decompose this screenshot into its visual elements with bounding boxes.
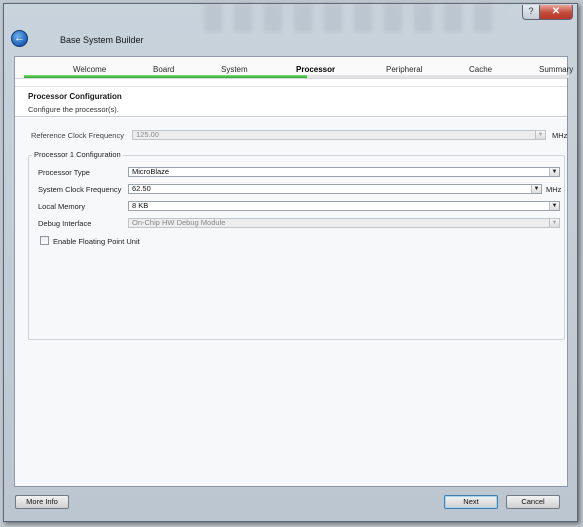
page-header: Processor Configuration Configure the pr… [15, 86, 567, 117]
arrow-left-icon: ← [14, 32, 25, 44]
progress-fill [24, 75, 308, 78]
wizard-steps: Welcome Board System Processor Periphera… [15, 57, 573, 79]
help-button[interactable]: ? [522, 5, 540, 20]
debug-interface-value: On-Chip HW Debug Module [132, 218, 226, 227]
step-board[interactable]: Board [153, 65, 174, 74]
processor-1-group [28, 155, 565, 340]
system-clock-value: 62.50 [132, 184, 151, 193]
debug-interface-label: Debug Interface [38, 219, 92, 228]
local-memory-select[interactable]: 8 KB ▼ [128, 201, 560, 211]
step-summary[interactable]: Summary [539, 65, 573, 74]
processor-1-group-title: Processor 1 Configuration [32, 150, 123, 159]
chevron-down-icon[interactable]: ▼ [531, 185, 541, 193]
ref-clock-unit: MHz [552, 131, 568, 140]
fpu-label: Enable Floating Point Unit [53, 237, 140, 246]
chevron-down-icon[interactable]: ▼ [549, 202, 559, 210]
chevron-down-icon: ▼ [549, 219, 559, 227]
ref-clock-combo: 125.00 ▼ [132, 130, 546, 140]
local-memory-value: 8 KB [132, 201, 149, 210]
more-info-button[interactable]: More Info [15, 495, 69, 509]
chevron-down-icon[interactable]: ▼ [549, 168, 559, 176]
window-title: Base System Builder [60, 35, 144, 45]
debug-interface-select: On-Chip HW Debug Module ▼ [128, 218, 560, 228]
system-clock-label: System Clock Frequency [38, 185, 122, 194]
processor-type-value: MicroBlaze [132, 167, 170, 176]
page-title: Processor Configuration [28, 92, 122, 101]
step-peripheral[interactable]: Peripheral [386, 65, 422, 74]
processor-type-select[interactable]: MicroBlaze ▼ [128, 167, 560, 177]
wizard-content: Welcome Board System Processor Periphera… [14, 56, 573, 487]
step-cache[interactable]: Cache [469, 65, 492, 74]
local-memory-label: Local Memory [38, 202, 86, 211]
chevron-down-icon: ▼ [535, 131, 545, 139]
step-processor[interactable]: Processor [296, 65, 335, 74]
progress-bar [24, 75, 569, 78]
title-bar: ← Base System Builder ? ✕ [4, 4, 577, 56]
form-area: Reference Clock Frequency 125.00 ▼ MHz P… [15, 118, 567, 486]
system-clock-unit: MHz [546, 185, 562, 194]
close-button[interactable]: ✕ [539, 5, 573, 20]
processor-type-label: Processor Type [38, 168, 90, 177]
system-clock-select[interactable]: 62.50 ▼ [128, 184, 542, 194]
next-button[interactable]: Next [444, 495, 498, 509]
step-welcome[interactable]: Welcome [73, 65, 106, 74]
back-button[interactable]: ← [11, 30, 28, 47]
ref-clock-value: 125.00 [136, 130, 159, 139]
step-system[interactable]: System [221, 65, 248, 74]
cancel-button[interactable]: Cancel [506, 495, 560, 509]
wizard-window: ← Base System Builder ? ✕ Welcome Board … [3, 3, 578, 522]
wizard-footer: More Info Next Cancel [4, 488, 577, 523]
fpu-checkbox[interactable] [40, 236, 49, 245]
ref-clock-label: Reference Clock Frequency [31, 131, 124, 140]
page-subtitle: Configure the processor(s). [28, 105, 119, 114]
